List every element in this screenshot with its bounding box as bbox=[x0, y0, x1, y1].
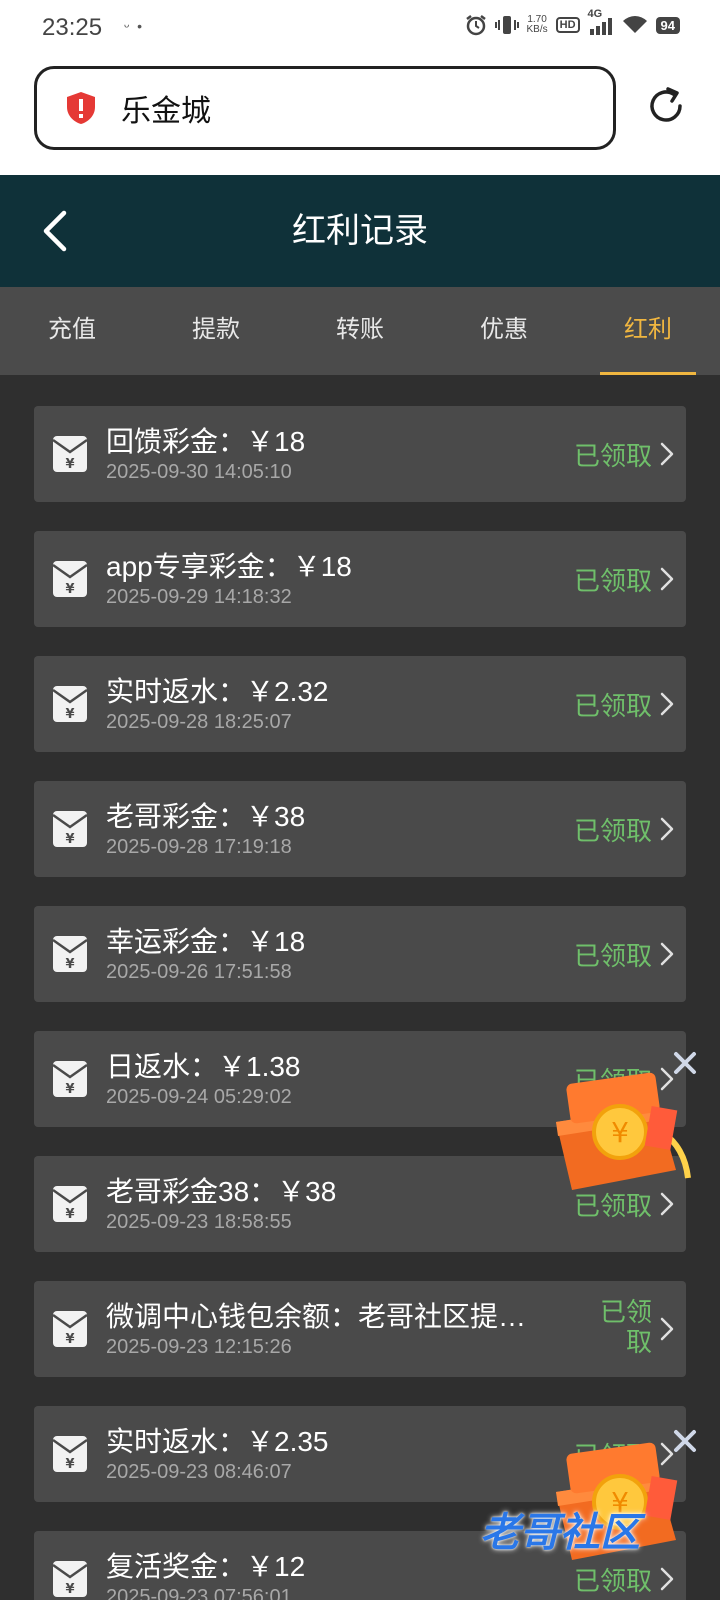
address-bar[interactable]: 乐金城 bbox=[34, 66, 616, 150]
red-envelope-icon: ¥ bbox=[52, 1561, 88, 1597]
record-status: 已领取 bbox=[573, 441, 652, 471]
shield-icon bbox=[67, 92, 95, 124]
svg-text:¥: ¥ bbox=[65, 1332, 74, 1347]
svg-text:¥: ¥ bbox=[65, 1082, 74, 1097]
site-title: 乐金城 bbox=[121, 95, 211, 128]
alarm-icon bbox=[465, 14, 487, 36]
bonus-record-list: ¥ 回馈彩金：￥18 2025-09-30 14:05:10 已领取 ¥ app专享彩金：… bbox=[34, 406, 686, 1600]
record-date: 2025-09-23 12:15:26 bbox=[106, 1336, 292, 1358]
chevron-right-icon bbox=[660, 442, 674, 466]
record-name: 复活奖金：￥12 bbox=[106, 1551, 306, 1582]
notification-icons: ᵕ • bbox=[124, 18, 145, 34]
record-status: 已领取 bbox=[573, 816, 652, 846]
vibrate-icon bbox=[494, 14, 519, 36]
gift-box-widget[interactable]: ¥ bbox=[548, 1070, 694, 1200]
record-date: 2025-09-28 18:25:07 bbox=[106, 711, 292, 733]
close-icon[interactable] bbox=[672, 1050, 698, 1076]
list-item[interactable]: ¥ 微调中心钱包余额：老哥社区提… 2025-09-23 12:15:26 已领取 bbox=[34, 1281, 686, 1377]
record-name: 实时返水：￥2.35 bbox=[106, 1426, 329, 1457]
record-name: 实时返水：￥2.32 bbox=[106, 676, 329, 707]
red-envelope-icon: ¥ bbox=[52, 1061, 88, 1097]
svg-text:¥: ¥ bbox=[65, 457, 74, 472]
battery-icon: 94 bbox=[655, 16, 680, 34]
record-date: 2025-09-23 07:56:01 bbox=[106, 1586, 292, 1600]
record-name: 微调中心钱包余额：老哥社区提… bbox=[106, 1301, 527, 1332]
chevron-right-icon bbox=[660, 1567, 674, 1591]
gift-box-icon: ¥ bbox=[556, 1072, 691, 1190]
record-name: 日返水：￥1.38 bbox=[106, 1051, 301, 1082]
list-item[interactable]: ¥ 老哥彩金：￥38 2025-09-28 17:19:18 已领取 bbox=[34, 781, 686, 877]
record-status: 已领取 bbox=[573, 691, 652, 721]
tab-deposit[interactable]: 充值 bbox=[0, 287, 144, 375]
record-date: 2025-09-26 17:51:58 bbox=[106, 961, 292, 983]
record-status: 已领取 bbox=[573, 566, 652, 596]
list-item[interactable]: ¥ 回馈彩金：￥18 2025-09-30 14:05:10 已领取 bbox=[34, 406, 686, 502]
record-status: 已领取 bbox=[599, 1297, 652, 1357]
list-item[interactable]: ¥ 幸运彩金：￥18 2025-09-26 17:51:58 已领取 bbox=[34, 906, 686, 1002]
record-date: 2025-09-23 08:46:07 bbox=[106, 1461, 292, 1483]
tab-promotion[interactable]: 优惠 bbox=[432, 287, 576, 375]
list-item[interactable]: ¥ app专享彩金：￥18 2025-09-29 14:18:32 已领取 bbox=[34, 531, 686, 627]
svg-text:¥: ¥ bbox=[611, 1116, 629, 1149]
record-date: 2025-09-28 17:19:18 bbox=[106, 836, 292, 858]
svg-text:¥: ¥ bbox=[65, 1457, 74, 1472]
chevron-right-icon bbox=[660, 817, 674, 841]
browser-bar: 乐金城 bbox=[0, 58, 720, 175]
svg-text:¥: ¥ bbox=[65, 1207, 74, 1222]
svg-text:¥: ¥ bbox=[65, 1582, 74, 1597]
svg-text:¥: ¥ bbox=[65, 582, 74, 597]
red-envelope-icon: ¥ bbox=[52, 1436, 88, 1472]
red-envelope-icon: ¥ bbox=[52, 686, 88, 722]
status-icons: 1.70 KB/s HD 4G 94 bbox=[465, 8, 680, 36]
red-envelope-icon: ¥ bbox=[52, 436, 88, 472]
network-speed-unit: KB/s bbox=[526, 24, 548, 35]
record-date: 2025-09-30 14:05:10 bbox=[106, 461, 292, 483]
hd-icon: HD bbox=[555, 17, 580, 33]
red-envelope-icon: ¥ bbox=[52, 561, 88, 597]
tab-bonus[interactable]: 红利 bbox=[576, 287, 720, 375]
record-date: 2025-09-29 14:18:32 bbox=[106, 586, 292, 608]
status-time: 23:25 bbox=[42, 14, 103, 41]
wifi-icon bbox=[622, 15, 648, 35]
chevron-right-icon bbox=[660, 1317, 674, 1341]
svg-text:¥: ¥ bbox=[65, 957, 74, 972]
chevron-right-icon bbox=[660, 692, 674, 716]
red-envelope-icon: ¥ bbox=[52, 811, 88, 847]
red-envelope-icon: ¥ bbox=[52, 936, 88, 972]
record-date: 2025-09-23 18:58:55 bbox=[106, 1211, 292, 1233]
tab-withdraw[interactable]: 提款 bbox=[144, 287, 288, 375]
reload-icon[interactable] bbox=[644, 84, 688, 128]
record-name: 幸运彩金：￥18 bbox=[106, 926, 306, 957]
close-icon[interactable] bbox=[672, 1428, 698, 1454]
page-title: 红利记录 bbox=[292, 212, 428, 250]
svg-text:¥: ¥ bbox=[65, 707, 74, 722]
record-name: 回馈彩金：￥18 bbox=[106, 426, 306, 457]
chevron-right-icon bbox=[660, 942, 674, 966]
record-date: 2025-09-24 05:29:02 bbox=[106, 1086, 292, 1108]
tab-transfer[interactable]: 转账 bbox=[288, 287, 432, 375]
svg-text:¥: ¥ bbox=[65, 832, 74, 847]
network-type: 4G bbox=[587, 8, 603, 20]
signal-icon: 4G bbox=[588, 8, 614, 36]
chevron-right-icon bbox=[660, 567, 674, 591]
red-envelope-icon: ¥ bbox=[52, 1186, 88, 1222]
page-header: 红利记录 bbox=[0, 175, 720, 287]
list-item[interactable]: ¥ 实时返水：￥2.32 2025-09-28 18:25:07 已领取 bbox=[34, 656, 686, 752]
watermark: 老哥社区 bbox=[480, 1511, 640, 1555]
record-name: 老哥彩金：￥38 bbox=[106, 801, 306, 832]
red-envelope-icon: ¥ bbox=[52, 1311, 88, 1347]
record-name: app专享彩金：￥18 bbox=[106, 551, 352, 582]
record-status: 已领取 bbox=[573, 941, 652, 971]
network-speed: 1.70 KB/s bbox=[527, 15, 548, 35]
status-bar: 23:25 ᵕ • 1.70 KB/s HD 4G 94 bbox=[0, 0, 720, 58]
record-name: 老哥彩金38：￥38 bbox=[106, 1176, 337, 1207]
tab-bar: 充值 提款 转账 优惠 红利 bbox=[0, 287, 720, 375]
